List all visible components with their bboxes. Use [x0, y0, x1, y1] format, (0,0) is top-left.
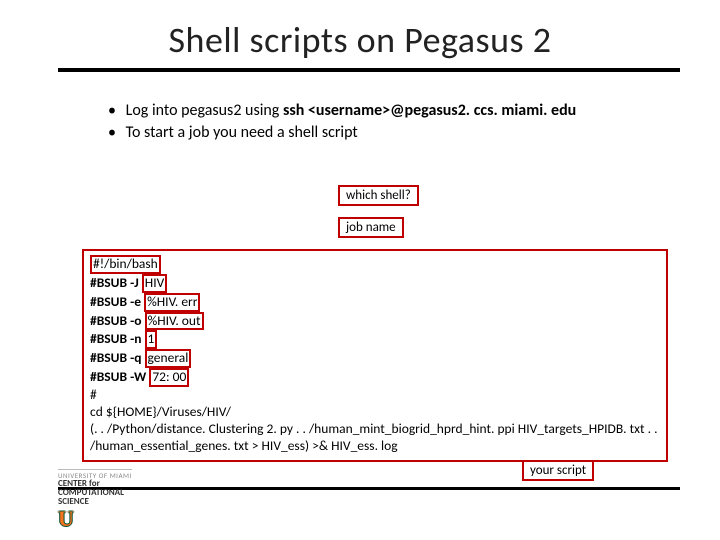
callout-which-shell: which shell? — [338, 185, 419, 206]
shell-script-box: #!/bin/bash #BSUB -J HIV #BSUB -e %HIV. … — [82, 249, 668, 462]
callout-job-name: job name — [338, 217, 404, 238]
hl-stderr: %HIV. err — [144, 293, 200, 312]
bsub-o: #BSUB -o — [90, 312, 142, 329]
code-command: (. . /Python/distance. Clustering 2. py … — [90, 421, 660, 455]
title-rule — [58, 68, 680, 72]
footer: UNIVERSITY OF MIAMI CENTER for COMPUTATI… — [58, 469, 132, 530]
bullet-list: • Log into pegasus2 using ssh <username>… — [108, 100, 576, 143]
bottom-rule — [58, 487, 680, 490]
bullet-2: • To start a job you need a shell script — [108, 122, 576, 144]
ccs-text: UNIVERSITY OF MIAMI CENTER for COMPUTATI… — [58, 469, 132, 506]
hl-time: 72: 00 — [149, 368, 189, 387]
code-cd: cd ${HOME}/Viruses/HIV/ — [90, 404, 660, 421]
code-hash: # — [90, 387, 660, 404]
hl-shebang: #!/bin/bash — [90, 255, 161, 274]
slide-title: Shell scripts on Pegasus 2 — [0, 18, 720, 62]
bsub-e: #BSUB -e — [90, 293, 141, 310]
hl-cores: 1 — [145, 330, 158, 349]
hl-queue: general — [145, 349, 192, 368]
hl-stdout: %HIV. out — [145, 312, 204, 331]
bsub-q: #BSUB -q — [90, 349, 141, 366]
bullet-1-text: Log into pegasus2 using — [126, 101, 283, 120]
bsub-n: #BSUB -n — [90, 330, 141, 347]
callout-your-script: your script — [522, 460, 594, 481]
bullet-1-bold: ssh <username>@pegasus2. ccs. miami. edu — [283, 101, 576, 120]
um-logo-icon: U — [58, 508, 132, 530]
bsub-J: #BSUB -J — [90, 274, 139, 291]
bullet-1: • Log into pegasus2 using ssh <username>… — [108, 100, 576, 122]
hl-jobname: HIV — [142, 274, 167, 293]
bsub-W: #BSUB -W — [90, 368, 146, 385]
bullet-2-text: To start a job you need a shell script — [126, 123, 358, 142]
